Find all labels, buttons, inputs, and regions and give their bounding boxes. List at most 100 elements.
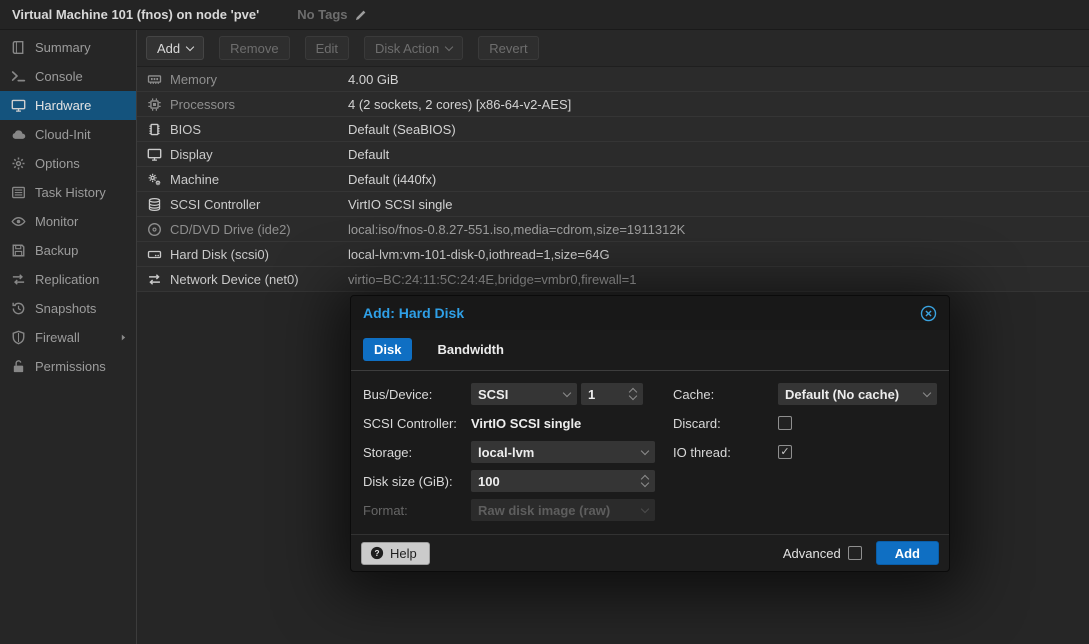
sidebar-nav: Summary Console HardwareCloud-Init Options T… (0, 30, 137, 644)
dialog-add-button[interactable]: Add (876, 541, 939, 565)
close-icon[interactable] (920, 305, 937, 322)
network-icon (147, 272, 162, 287)
tags-editor[interactable]: No Tags (297, 7, 367, 22)
bus-number-spinner[interactable]: 1 (581, 383, 643, 405)
sidebar-item-monitor[interactable]: Monitor (0, 207, 136, 236)
sidebar-item-cloud-init[interactable]: Cloud-Init (0, 120, 136, 149)
cloud-icon (11, 127, 26, 142)
form-column-right: Cache: Default (No cache) Discard: IO th… (673, 383, 937, 530)
shield-icon (11, 330, 26, 345)
hardware-row-label: Machine (170, 172, 219, 187)
gear-icon (11, 156, 26, 171)
replication-icon (11, 272, 26, 287)
toolbar-button-revert: Revert (478, 36, 538, 60)
add-hard-disk-dialog: Add: Hard Disk Disk Bandwidth Bus/Device:… (350, 295, 950, 572)
page-title: Virtual Machine 101 (fnos) on node 'pve' (12, 7, 259, 22)
terminal-icon (11, 69, 26, 84)
list-icon (11, 185, 26, 200)
sidebar-item-snapshots[interactable]: Snapshots (0, 294, 136, 323)
sidebar-item-task-history[interactable]: Task History (0, 178, 136, 207)
sidebar-item-firewall[interactable]: Firewall (0, 323, 136, 352)
tags-label: No Tags (297, 7, 347, 22)
hardware-toolbar: AddRemoveEditDisk ActionRevert (137, 30, 1089, 67)
help-button[interactable]: ? Help (361, 542, 430, 565)
hardware-row-value: 4 (2 sockets, 2 cores) [x86-64-v2-AES] (348, 97, 1089, 112)
disk-size-value: 100 (478, 474, 642, 489)
hardware-row-hard-disk-scsi0[interactable]: Hard Disk (scsi0)local-lvm:vm-101-disk-0… (137, 242, 1089, 267)
sidebar-item-label: Options (35, 156, 80, 171)
bus-type-select[interactable]: SCSI (471, 383, 577, 405)
disk-size-label: Disk size (GiB): (363, 474, 471, 489)
hardware-row-label: SCSI Controller (170, 197, 260, 212)
io-thread-checkbox[interactable] (778, 445, 792, 459)
hardware-row-machine[interactable]: Machine Default (i440fx) (137, 167, 1089, 192)
hardware-row-label: Processors (170, 97, 235, 112)
bus-type-value: SCSI (478, 387, 564, 402)
sidebar-item-console[interactable]: Console (0, 62, 136, 91)
hardware-row-value: Default (i440fx) (348, 172, 1089, 187)
discard-checkbox[interactable] (778, 416, 792, 430)
chevron-down-icon (445, 42, 453, 50)
hardware-row-cd-dvd-drive-ide2[interactable]: CD/DVD Drive (ide2)local:iso/fnos-0.8.27… (137, 217, 1089, 242)
cache-label: Cache: (673, 387, 778, 402)
tab-disk[interactable]: Disk (363, 338, 412, 361)
storage-label: Storage: (363, 445, 471, 460)
chevron-down-icon (563, 388, 571, 396)
hardware-row-display[interactable]: DisplayDefault (137, 142, 1089, 167)
chevron-down-icon (641, 446, 649, 454)
storage-value: local-lvm (478, 445, 642, 460)
cdrom-icon (147, 222, 162, 237)
question-circle-icon: ? (370, 546, 384, 560)
disk-size-spinner[interactable]: 100 (471, 470, 655, 492)
hardware-row-label: BIOS (170, 122, 201, 137)
cache-select[interactable]: Default (No cache) (778, 383, 937, 405)
toolbar-button-remove: Remove (219, 36, 289, 60)
sidebar-item-backup[interactable]: Backup (0, 236, 136, 265)
toolbar-button-add[interactable]: Add (146, 36, 204, 60)
sidebar-item-replication[interactable]: Replication (0, 265, 136, 294)
window-header: Virtual Machine 101 (fnos) on node 'pve'… (0, 0, 1089, 30)
advanced-checkbox[interactable] (848, 546, 862, 560)
gears-icon (147, 172, 162, 187)
hardware-row-memory[interactable]: Memory4.00 GiB (137, 67, 1089, 92)
caret-right-icon (119, 333, 128, 342)
microchip-icon (147, 122, 162, 137)
bus-device-label: Bus/Device: (363, 387, 471, 402)
hardware-row-processors[interactable]: Processors 4 (2 sockets, 2 cores) [x86-64… (137, 92, 1089, 117)
hardware-row-value: 4.00 GiB (348, 72, 1089, 87)
hardware-row-label: CD/DVD Drive (ide2) (170, 222, 291, 237)
storage-select[interactable]: local-lvm (471, 441, 655, 463)
hardware-row-value: VirtIO SCSI single (348, 197, 1089, 212)
sidebar-item-options[interactable]: Options (0, 149, 136, 178)
toolbar-button-disk-action: Disk Action (364, 36, 463, 60)
chevron-down-icon (186, 42, 194, 50)
sidebar-item-permissions[interactable]: Permissions (0, 352, 136, 381)
bus-number-value: 1 (588, 387, 630, 402)
toolbar-button-label: Disk Action (375, 41, 439, 56)
hardware-row-bios[interactable]: BIOSDefault (SeaBIOS) (137, 117, 1089, 142)
toolbar-button-label: Add (157, 41, 180, 56)
spinner-arrows-icon (642, 476, 648, 486)
cache-value: Default (No cache) (785, 387, 924, 402)
dialog-title: Add: Hard Disk (363, 305, 464, 321)
discard-label: Discard: (673, 416, 778, 431)
book-icon (11, 40, 26, 55)
sidebar-item-label: Console (35, 69, 83, 84)
unlock-icon (11, 359, 26, 374)
toolbar-button-label: Remove (230, 41, 278, 56)
dialog-header[interactable]: Add: Hard Disk (351, 296, 949, 330)
toolbar-button-label: Revert (489, 41, 527, 56)
hardware-row-network-device-net0[interactable]: Network Device (net0)virtio=BC:24:11:5C:… (137, 267, 1089, 292)
form-column-left: Bus/Device: SCSI 1 SCSI Controller: Virt… (363, 383, 655, 530)
advanced-toggle: Advanced (783, 546, 862, 561)
eye-icon (11, 214, 26, 229)
sidebar-item-label: Firewall (35, 330, 80, 345)
hardware-row-scsi-controller[interactable]: SCSI Controller VirtIO SCSI single (137, 192, 1089, 217)
sidebar-item-hardware[interactable]: Hardware (0, 91, 136, 120)
scsi-controller-value: VirtIO SCSI single (471, 416, 581, 431)
format-value: Raw disk image (raw) (478, 503, 642, 518)
tab-bandwidth[interactable]: Bandwidth (426, 338, 514, 361)
chevron-down-icon (641, 504, 649, 512)
sidebar-item-summary[interactable]: Summary (0, 33, 136, 62)
sidebar-item-label: Task History (35, 185, 106, 200)
